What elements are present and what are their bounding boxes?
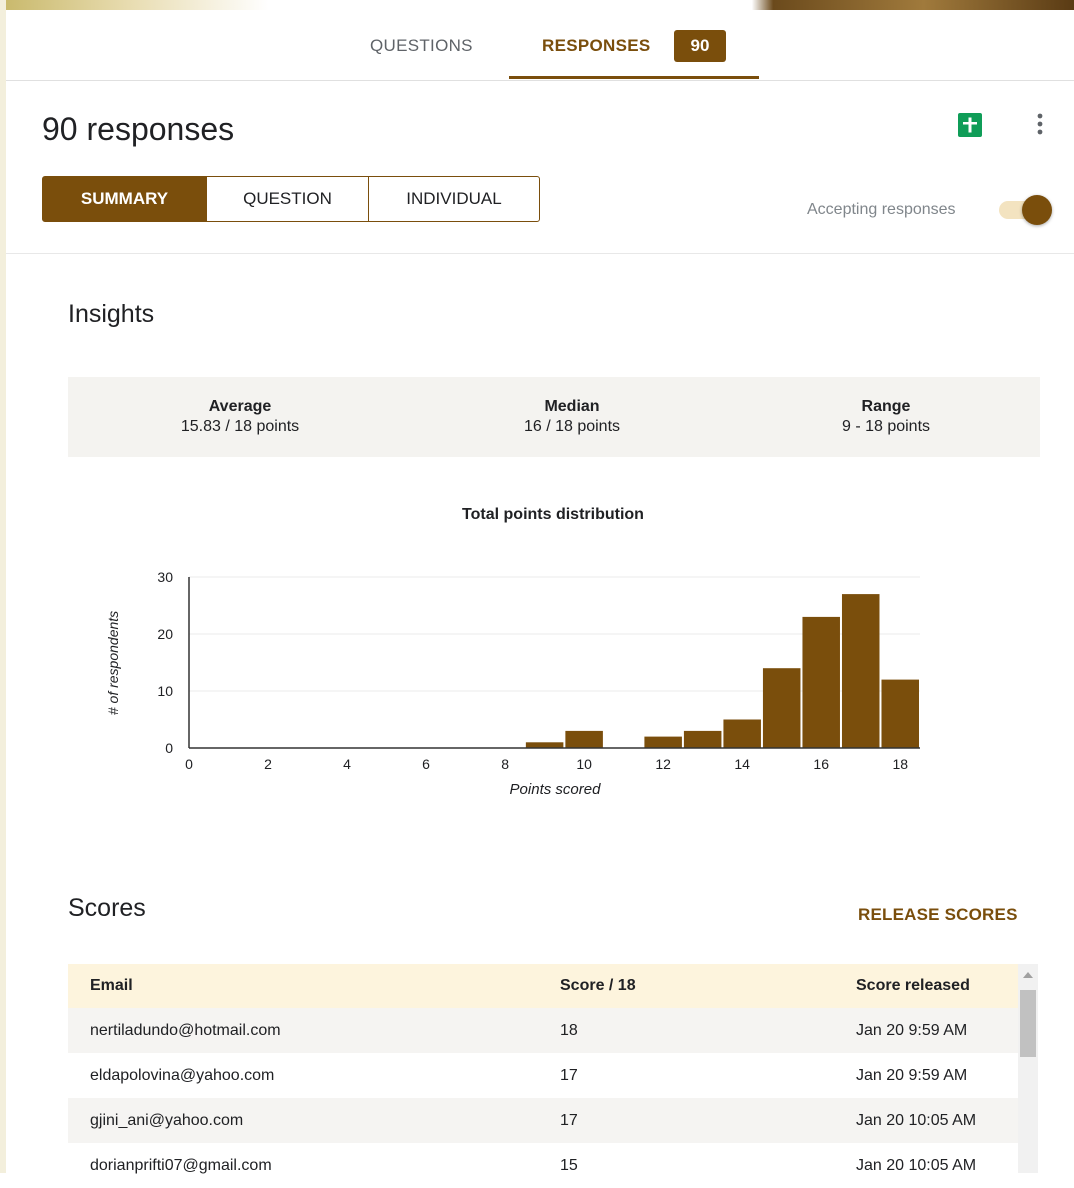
- chart-y-tick-label: 30: [157, 569, 173, 585]
- row-released: Jan 20 9:59 AM: [856, 1066, 968, 1084]
- chart-y-tick-label: 10: [157, 683, 173, 699]
- table-row[interactable]: gjini_ani@yahoo.com 17 Jan 20 10:05 AM: [68, 1098, 1018, 1143]
- accepting-responses-label: Accepting responses: [807, 201, 956, 218]
- scroll-thumb[interactable]: [1020, 990, 1036, 1057]
- responses-count-badge: 90: [674, 30, 726, 62]
- scores-table: Email Score / 18 Score released nertilad…: [68, 964, 1018, 1188]
- table-row[interactable]: nertiladundo@hotmail.com 18 Jan 20 9:59 …: [68, 1008, 1018, 1053]
- chart-bar: [802, 616, 840, 748]
- chart-bar: [841, 594, 880, 748]
- stat-median: Median 16 / 18 points: [422, 397, 722, 437]
- more-vert-icon[interactable]: [1028, 111, 1052, 139]
- column-email[interactable]: Email: [90, 977, 133, 995]
- chart-bar: [565, 730, 603, 748]
- chart-bar: [683, 730, 722, 748]
- row-score: 17: [560, 1066, 578, 1084]
- chart-x-tick-label: 10: [576, 756, 592, 772]
- tab-responses[interactable]: RESPONSES: [542, 36, 651, 56]
- chart-bar: [881, 679, 919, 748]
- chart-x-tick-label: 8: [501, 756, 509, 772]
- toggle-knob[interactable]: [1022, 195, 1052, 225]
- table-row[interactable]: eldapolovina@yahoo.com 17 Jan 20 9:59 AM: [68, 1053, 1018, 1098]
- page-title: 90 responses: [42, 111, 235, 147]
- row-score: 17: [560, 1111, 578, 1129]
- chart-x-tick-label: 14: [734, 756, 750, 772]
- header-banner-image: [0, 0, 1074, 10]
- chart-x-tick-label: 6: [422, 756, 430, 772]
- chart-title: Total points distribution: [462, 506, 644, 523]
- chart-bar: [762, 668, 801, 748]
- stat-average: Average 15.83 / 18 points: [90, 397, 390, 437]
- chart-x-tick-label: 16: [813, 756, 829, 772]
- active-tab-indicator: [509, 76, 759, 79]
- stat-range-label: Range: [861, 398, 911, 415]
- insights-heading: Insights: [68, 300, 155, 328]
- stat-median-value: 16 / 18 points: [523, 418, 621, 435]
- chart-x-tick-label: 12: [655, 756, 671, 772]
- chart-bar: [644, 736, 682, 748]
- chart-y-tick-label: 0: [165, 740, 173, 756]
- row-released: Jan 20 10:05 AM: [856, 1156, 977, 1174]
- insights-stats: Average 15.83 / 18 points Median 16 / 18…: [68, 377, 1040, 457]
- column-score[interactable]: Score / 18: [560, 977, 636, 995]
- tab-question[interactable]: QUESTION: [206, 176, 369, 222]
- chart-y-tick-label: 20: [157, 626, 173, 642]
- stat-average-value: 15.83 / 18 points: [180, 418, 300, 435]
- sheets-icon[interactable]: [956, 111, 984, 139]
- column-released[interactable]: Score released: [856, 977, 970, 995]
- row-released: Jan 20 10:05 AM: [856, 1111, 977, 1129]
- table-header: Email Score / 18 Score released: [68, 964, 1018, 1008]
- row-released: Jan 20 9:59 AM: [856, 1021, 968, 1039]
- row-score: 15: [560, 1156, 578, 1174]
- points-distribution-chart: Total points distribution # of responden…: [105, 506, 920, 798]
- chart-x-tick-label: 18: [892, 756, 908, 772]
- responses-header: 90 responses SUMMARY QUESTION INDIVIDUAL…: [6, 81, 1074, 254]
- row-email: nertiladundo@hotmail.com: [90, 1021, 281, 1039]
- stat-range: Range 9 - 18 points: [736, 397, 1036, 437]
- table-scrollbar[interactable]: [1018, 964, 1038, 1173]
- scores-heading: Scores: [68, 894, 146, 922]
- chart-x-tick-label: 4: [343, 756, 351, 772]
- stat-average-label: Average: [208, 398, 272, 415]
- row-email: eldapolovina@yahoo.com: [90, 1066, 275, 1084]
- chart-x-tick-label: 0: [185, 756, 193, 772]
- tab-individual[interactable]: INDIVIDUAL: [368, 176, 540, 222]
- row-score: 18: [560, 1021, 578, 1039]
- row-email: dorianprifti07@gmail.com: [90, 1156, 272, 1174]
- chart-x-tick-label: 2: [264, 756, 272, 772]
- chart-x-axis-label: Points scored: [510, 781, 602, 798]
- tab-summary[interactable]: SUMMARY: [42, 176, 207, 222]
- row-email: gjini_ani@yahoo.com: [90, 1111, 244, 1129]
- chart-bar: [723, 719, 761, 748]
- release-scores-button[interactable]: RELEASE SCORES: [858, 905, 1018, 925]
- form-tabs: QUESTIONS RESPONSES 90: [6, 10, 1074, 81]
- chart-y-axis-label: # of respondents: [105, 611, 121, 715]
- chart-bar: [525, 742, 564, 748]
- stat-median-label: Median: [544, 398, 600, 415]
- scroll-up-arrow-icon[interactable]: [1023, 972, 1033, 978]
- tab-questions[interactable]: QUESTIONS: [370, 36, 473, 56]
- table-row[interactable]: dorianprifti07@gmail.com 15 Jan 20 10:05…: [68, 1143, 1018, 1188]
- stat-range-value: 9 - 18 points: [841, 418, 931, 435]
